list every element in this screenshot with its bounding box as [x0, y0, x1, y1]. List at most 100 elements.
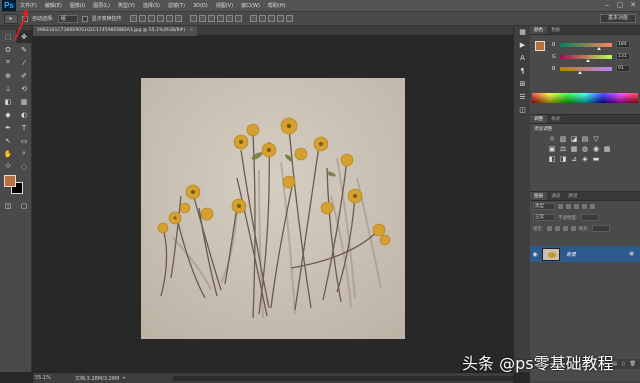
brush-panel-icon[interactable]: ◫ [514, 104, 531, 117]
tab-styles[interactable]: 样式 [547, 115, 564, 123]
zoom-level[interactable]: 55.1% [35, 375, 55, 381]
posterize-icon[interactable]: ◨ [559, 155, 567, 163]
align-hcenter-icon[interactable] [165, 15, 173, 22]
color-balance-icon[interactable]: ⚖ [559, 145, 567, 153]
paragraph-panel-icon[interactable]: ¶ [514, 65, 531, 78]
new-layer-icon[interactable]: ▯ [622, 361, 625, 367]
red-slider-knob[interactable] [597, 46, 601, 50]
screen-mode-icon[interactable]: ▢ [16, 199, 32, 212]
blue-value[interactable]: 91 [616, 65, 630, 72]
distribute-hcenter-icon[interactable] [225, 15, 233, 22]
green-slider[interactable] [560, 54, 612, 62]
crop-tool-icon[interactable]: ⌗ [0, 56, 16, 69]
threshold-icon[interactable]: ⊿ [570, 155, 578, 163]
pen-tool-icon[interactable]: ✒ [0, 121, 16, 134]
horizontal-scrollbar[interactable] [173, 376, 513, 381]
color-lookup-icon[interactable]: ▦ [603, 145, 611, 153]
healing-tool-icon[interactable]: ⊕ [0, 69, 16, 82]
hand-tool-icon[interactable]: ✋ [0, 147, 16, 160]
tab-color[interactable]: 颜色 [530, 26, 548, 34]
lock-pixels-icon[interactable] [546, 226, 552, 231]
black-white-icon[interactable]: ▦ [570, 145, 578, 153]
layer-kind-filter[interactable]: 类型 [533, 203, 555, 210]
tab-adjustments[interactable]: 调整 [530, 115, 548, 123]
maximize-button[interactable]: ▢ [615, 1, 625, 10]
auto-select-checkbox[interactable] [22, 15, 28, 22]
blur-tool-icon[interactable]: ◆ [0, 108, 16, 121]
align-right-icon[interactable] [174, 15, 182, 22]
move-tool-icon[interactable]: ✥ [16, 30, 32, 43]
distribute-bottom-icon[interactable] [207, 15, 215, 22]
selective-color-icon[interactable]: ◈ [581, 155, 589, 163]
curves-icon[interactable]: ◪ [570, 135, 578, 143]
tab-swatches[interactable]: 色板 [547, 26, 564, 34]
canvas-area[interactable] [33, 36, 513, 372]
levels-icon[interactable]: ▥ [559, 135, 567, 143]
close-tab-icon[interactable]: × [190, 28, 194, 33]
channel-mixer-icon[interactable]: ◉ [592, 145, 600, 153]
exposure-icon[interactable]: ▤ [581, 135, 589, 143]
green-slider-knob[interactable] [586, 58, 590, 62]
blue-slider[interactable] [560, 66, 612, 74]
rotate-view-tool-icon[interactable]: ◌ [16, 160, 32, 173]
menu-filter[interactable]: 滤镜(T) [164, 2, 189, 9]
menu-layer[interactable]: 图层(L) [89, 2, 114, 9]
dodge-tool-icon[interactable]: ◐ [16, 108, 32, 121]
quick-mask-icon[interactable]: ◫ [0, 199, 16, 212]
menu-type[interactable]: 类型(Y) [114, 2, 139, 9]
info-panel-icon[interactable]: ☰ [514, 91, 531, 104]
menu-view[interactable]: 视图(V) [212, 2, 237, 9]
quick-select-tool-icon[interactable]: ✎ [16, 43, 32, 56]
filter-pixel-icon[interactable] [558, 204, 563, 209]
move-tool-preset-icon[interactable]: ▸ [4, 13, 18, 24]
distribute-right-icon[interactable] [234, 15, 242, 22]
3d-tool-icon[interactable]: ⟐ [0, 160, 16, 173]
workspace-dropdown[interactable]: 基本功能 [600, 14, 636, 23]
eraser-tool-icon[interactable]: ◧ [0, 95, 16, 108]
show-transform-checkbox[interactable] [81, 15, 88, 22]
opacity-input[interactable] [580, 214, 599, 221]
3d-scale-icon[interactable] [285, 15, 293, 22]
menu-file[interactable]: 文件(F) [16, 2, 41, 9]
filter-smart-icon[interactable] [590, 204, 595, 209]
menu-image[interactable]: 图像(I) [66, 2, 89, 9]
3d-rotate-icon[interactable] [249, 15, 257, 22]
menu-window[interactable]: 窗口(W) [237, 2, 264, 9]
blue-slider-knob[interactable] [578, 70, 582, 74]
3d-drag-icon[interactable] [267, 15, 275, 22]
gradient-map-icon[interactable]: ▬ [592, 155, 600, 163]
photo-filter-icon[interactable]: ◍ [581, 145, 589, 153]
marquee-tool-icon[interactable]: ⬚ [0, 30, 16, 43]
distribute-top-icon[interactable] [189, 15, 197, 22]
path-select-tool-icon[interactable]: ↖ [0, 134, 16, 147]
properties-panel-icon[interactable]: ⊞ [514, 78, 531, 91]
filter-shape-icon[interactable] [582, 204, 587, 209]
tab-layers[interactable]: 图层 [530, 192, 548, 200]
type-tool-icon[interactable]: T [16, 121, 32, 134]
align-vcenter-icon[interactable] [138, 15, 146, 22]
eyedropper-tool-icon[interactable]: ⁄ [16, 56, 32, 69]
history-brush-tool-icon[interactable]: ⟲ [16, 82, 32, 95]
lock-position-icon[interactable] [562, 226, 568, 231]
lock-all-icon[interactable] [570, 226, 576, 231]
invert-icon[interactable]: ◧ [548, 155, 556, 163]
stamp-tool-icon[interactable]: ⊥ [0, 82, 16, 95]
lock-paint-icon[interactable] [554, 226, 560, 231]
layer-row-background[interactable]: ◉ 背景 ▣ [530, 246, 640, 262]
document-image[interactable] [141, 78, 405, 339]
blend-mode-dropdown[interactable]: 正常 [533, 214, 555, 221]
red-slider[interactable] [560, 42, 612, 50]
visibility-eye-icon[interactable]: ◉ [530, 251, 540, 258]
distribute-left-icon[interactable] [216, 15, 224, 22]
tab-paths[interactable]: 路径 [564, 192, 581, 200]
character-panel-icon[interactable]: A [514, 52, 531, 65]
3d-roll-icon[interactable] [258, 15, 266, 22]
red-value[interactable]: 184 [616, 41, 630, 48]
tab-channels[interactable]: 通道 [547, 192, 564, 200]
align-top-icon[interactable] [129, 15, 137, 22]
vibrance-icon[interactable]: ▽ [592, 135, 600, 143]
history-panel-icon[interactable]: ▦ [514, 26, 531, 39]
zoom-tool-icon[interactable]: ⌕ [16, 147, 32, 160]
shape-tool-icon[interactable]: ▭ [16, 134, 32, 147]
menu-select[interactable]: 选择(S) [139, 2, 164, 9]
